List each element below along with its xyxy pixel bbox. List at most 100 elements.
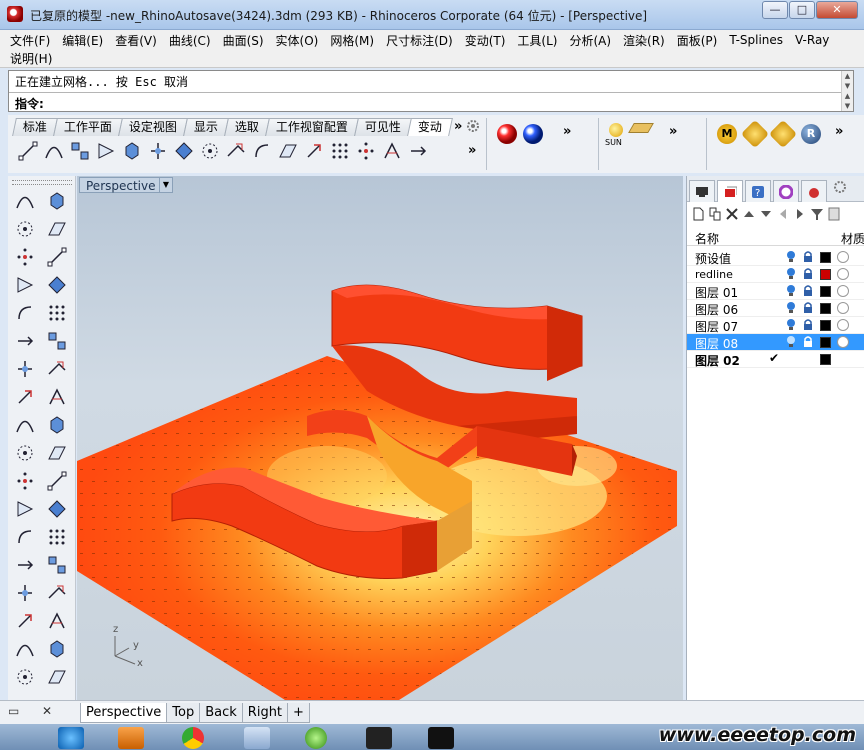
- rhino-taskbar-icon[interactable]: [366, 727, 392, 749]
- circle-icon[interactable]: [11, 244, 39, 270]
- align-icon[interactable]: [43, 608, 71, 634]
- viewport-menu-dropdown[interactable]: ▼: [159, 177, 173, 193]
- offset-icon[interactable]: [43, 496, 71, 522]
- dimension-icon[interactable]: [43, 524, 71, 550]
- layer-color-swatch[interactable]: [820, 303, 831, 314]
- menu-item[interactable]: V-Ray: [795, 33, 829, 47]
- menu-item[interactable]: 分析(A): [569, 32, 611, 49]
- sphere-icon[interactable]: [43, 356, 71, 382]
- col-material-header[interactable]: 材质: [841, 230, 864, 247]
- new-layer-icon[interactable]: [691, 207, 705, 224]
- chrome-icon[interactable]: [182, 727, 204, 749]
- rotate-tool-icon[interactable]: [224, 139, 247, 163]
- layer-row[interactable]: 图层 06: [687, 300, 864, 317]
- grid-array-icon[interactable]: [11, 608, 39, 634]
- layer-row[interactable]: redline: [687, 266, 864, 283]
- lock-icon[interactable]: [802, 318, 814, 335]
- array-tool-icon[interactable]: [328, 139, 351, 163]
- gear-icon[interactable]: [466, 119, 480, 136]
- layer-row[interactable]: 预设值: [687, 249, 864, 266]
- media-player-icon[interactable]: [118, 727, 144, 749]
- layer-row[interactable]: 图层 02 ✔: [687, 351, 864, 368]
- move-left-icon[interactable]: [776, 207, 790, 224]
- toolbar-tab[interactable]: 选取: [224, 118, 270, 136]
- layer-row[interactable]: 图层 07: [687, 317, 864, 334]
- light-icon[interactable]: [43, 664, 71, 690]
- lock-icon[interactable]: [802, 284, 814, 301]
- menu-item[interactable]: 工具(L): [517, 32, 557, 49]
- point-edit-icon[interactable]: [68, 139, 91, 163]
- layer-color-swatch[interactable]: [820, 286, 831, 297]
- fillet-icon[interactable]: [43, 300, 71, 326]
- transform-tool-icon[interactable]: [406, 139, 429, 163]
- select-arrow-icon[interactable]: [11, 188, 39, 214]
- boolean-icon[interactable]: [11, 412, 39, 438]
- filter-icon[interactable]: [810, 207, 824, 224]
- surface-tool-icon[interactable]: [172, 139, 195, 163]
- arc-icon[interactable]: [43, 244, 71, 270]
- rebuild-icon[interactable]: [43, 468, 71, 494]
- box-solid-icon[interactable]: [11, 356, 39, 382]
- checkmark-icon[interactable]: [43, 636, 71, 662]
- render-r-icon[interactable]: R: [801, 124, 821, 144]
- layer-color-swatch[interactable]: [820, 320, 831, 331]
- restore-panel-icon[interactable]: ▭: [8, 704, 19, 721]
- visibility-bulb-icon[interactable]: [785, 250, 797, 267]
- viewport-tab[interactable]: Perspective: [80, 703, 168, 723]
- menu-item[interactable]: 面板(P): [677, 32, 718, 49]
- layer-material-icon[interactable]: [837, 336, 849, 348]
- toolbar-tab[interactable]: 变动: [407, 118, 454, 136]
- menu-item[interactable]: 查看(V): [115, 32, 157, 49]
- toolbar-tab[interactable]: 标准: [12, 118, 58, 136]
- polyline-icon[interactable]: [11, 216, 39, 242]
- viewport-tab[interactable]: Back: [199, 703, 243, 723]
- visibility-bulb-icon[interactable]: [785, 318, 797, 335]
- cylinder-icon[interactable]: [11, 384, 39, 410]
- texture-tag-icon[interactable]: [768, 119, 798, 149]
- toolbar-tab[interactable]: 可见性: [354, 118, 413, 136]
- material-m-icon[interactable]: M: [717, 124, 737, 144]
- command-input[interactable]: [57, 94, 757, 110]
- measure-icon[interactable]: [43, 580, 71, 606]
- visibility-bulb-icon[interactable]: [785, 335, 797, 352]
- toolbar-tab[interactable]: 工作平面: [53, 118, 123, 136]
- material-more-button[interactable]: »: [835, 124, 843, 139]
- explorer-icon[interactable]: [244, 727, 270, 749]
- viewport-tab[interactable]: Top: [166, 703, 201, 723]
- menu-item[interactable]: 实体(O): [276, 32, 319, 49]
- menu-item[interactable]: 网格(M): [330, 32, 374, 49]
- layer-color-swatch[interactable]: [820, 269, 831, 280]
- minimize-button[interactable]: —: [762, 1, 788, 19]
- move-tool-icon[interactable]: [302, 139, 325, 163]
- close-panel-icon[interactable]: ✕: [42, 704, 52, 721]
- point-icon[interactable]: [43, 188, 71, 214]
- block-icon[interactable]: [11, 580, 39, 606]
- toolbar-grip[interactable]: [12, 180, 72, 185]
- visibility-bulb-icon[interactable]: [785, 301, 797, 318]
- layer-material-icon[interactable]: [837, 302, 849, 314]
- viewport-title-tab[interactable]: Perspective: [79, 177, 163, 193]
- analyze-icon[interactable]: [11, 636, 39, 662]
- mirror-tool-icon[interactable]: [146, 139, 169, 163]
- layer-material-icon[interactable]: [837, 268, 849, 280]
- app-taskbar-icon[interactable]: [428, 727, 454, 749]
- surface-edit-icon[interactable]: [11, 328, 39, 354]
- render-blue-ball-icon[interactable]: [523, 124, 543, 144]
- perspective-viewport[interactable]: Perspective ▼ z y x: [77, 176, 683, 700]
- col-name-header[interactable]: 名称: [695, 230, 719, 247]
- layer-color-swatch[interactable]: [820, 252, 831, 263]
- visibility-bulb-icon[interactable]: [785, 267, 797, 284]
- toolbar-tab[interactable]: 工作视窗配置: [265, 118, 360, 136]
- move-down-icon[interactable]: [759, 207, 773, 224]
- help-tab-icon[interactable]: ?: [745, 180, 771, 202]
- visibility-bulb-icon[interactable]: [785, 284, 797, 301]
- box-tool-icon[interactable]: [120, 139, 143, 163]
- properties-tab-icon[interactable]: [689, 180, 715, 202]
- add-viewport-tab-button[interactable]: +: [287, 703, 310, 723]
- lock-icon[interactable]: [802, 335, 814, 352]
- render-more-button[interactable]: »: [563, 124, 571, 139]
- menu-item[interactable]: 曲面(S): [223, 32, 264, 49]
- bug-tab-icon[interactable]: [801, 180, 827, 202]
- osnap-icon[interactable]: [198, 139, 221, 163]
- panel-gear-icon[interactable]: [833, 180, 847, 201]
